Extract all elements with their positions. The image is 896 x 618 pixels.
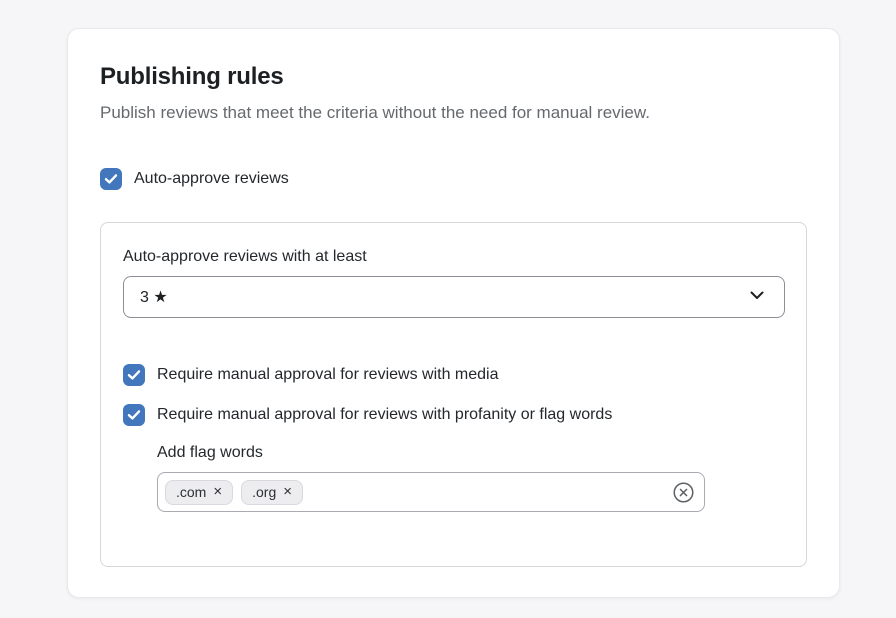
checkmark-icon	[127, 409, 141, 421]
flag-word-tag: .com ×	[165, 480, 233, 505]
rating-select-label: Auto-approve reviews with at least	[123, 247, 784, 267]
checkmark-icon	[104, 173, 118, 185]
rating-select-value: 3 ★	[140, 287, 168, 307]
checkmark-icon	[127, 369, 141, 381]
rules-panel: Auto-approve reviews with at least 3 ★ R…	[100, 222, 807, 567]
media-approval-checkbox[interactable]	[123, 364, 145, 386]
tag-remove-icon[interactable]: ×	[283, 484, 292, 499]
auto-approve-label: Auto-approve reviews	[134, 168, 289, 190]
flag-words-input[interactable]	[311, 484, 665, 500]
media-approval-label: Require manual approval for reviews with…	[157, 364, 499, 386]
auto-approve-checkbox[interactable]	[100, 168, 122, 190]
page-title: Publishing rules	[100, 62, 807, 92]
flag-words-section: Add flag words .com × .org ×	[157, 443, 784, 512]
profanity-approval-label: Require manual approval for reviews with…	[157, 404, 612, 426]
flag-words-label: Add flag words	[157, 443, 784, 463]
tag-label: .com	[176, 484, 206, 500]
page-subtitle: Publish reviews that meet the criteria w…	[100, 101, 807, 125]
auto-approve-row: Auto-approve reviews	[100, 168, 807, 190]
flag-word-tag: .org ×	[241, 480, 303, 505]
clear-all-icon[interactable]	[673, 482, 694, 503]
rating-select[interactable]: 3 ★	[123, 276, 785, 318]
chevron-down-icon	[748, 286, 766, 309]
profanity-approval-row: Require manual approval for reviews with…	[123, 404, 784, 426]
flag-words-field[interactable]: .com × .org ×	[157, 472, 705, 512]
tag-label: .org	[252, 484, 276, 500]
profanity-approval-checkbox[interactable]	[123, 404, 145, 426]
publishing-rules-card: Publishing rules Publish reviews that me…	[67, 28, 840, 598]
media-approval-row: Require manual approval for reviews with…	[123, 364, 784, 386]
tag-remove-icon[interactable]: ×	[213, 484, 222, 499]
